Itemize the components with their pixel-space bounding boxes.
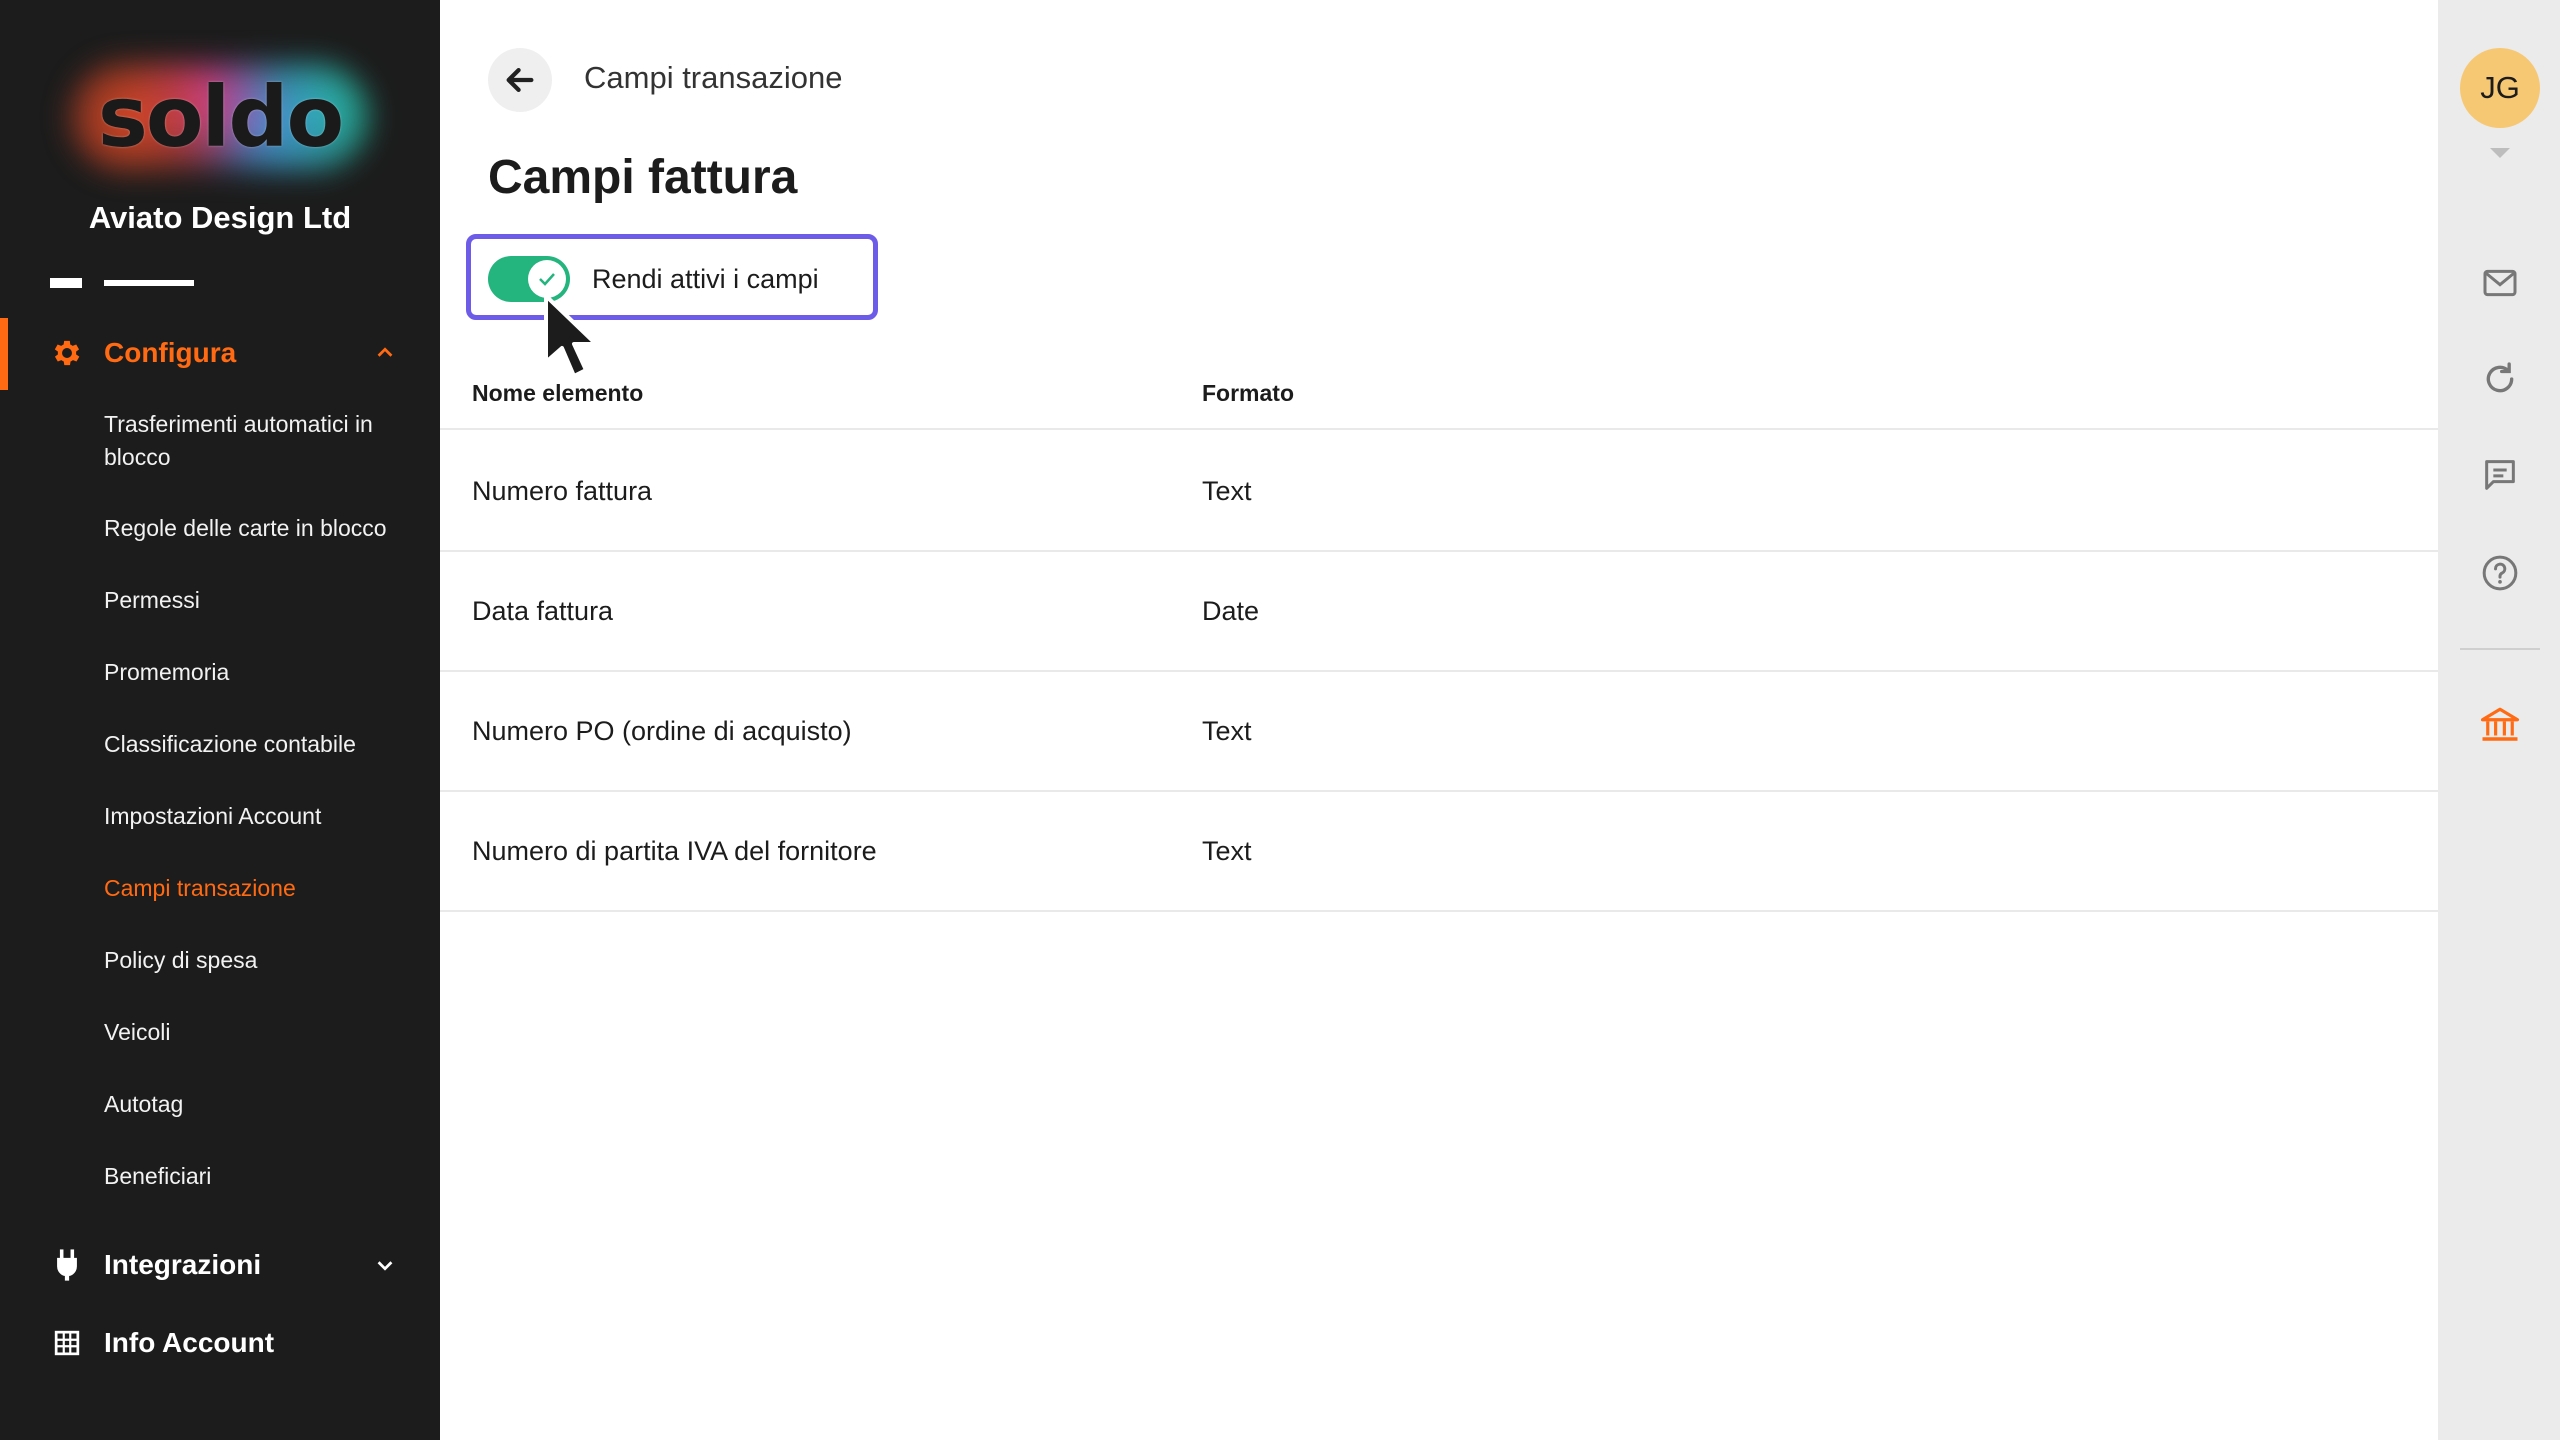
back-button[interactable] [488, 48, 552, 112]
cell-name: Numero fattura [472, 476, 653, 506]
company-name: Aviato Design Ltd [88, 200, 352, 235]
sidebar-section-info-account[interactable]: Info Account [0, 1308, 440, 1378]
cell-format: Date [1202, 596, 1260, 626]
sidebar-item-veicoli[interactable]: Veicoli [104, 1016, 414, 1049]
table-header-divider [440, 428, 2438, 430]
chat-icon[interactable] [2475, 450, 2525, 500]
sidebar-section-label: Configura [104, 337, 237, 368]
table-row[interactable]: Numero fattura Text [440, 432, 2438, 552]
sidebar-item-beneficiari[interactable]: Beneficiari [104, 1160, 414, 1193]
sidebar-item-clipped[interactable] [50, 258, 250, 288]
refresh-icon[interactable] [2475, 354, 2525, 404]
sidebar-section-label: Info Account [104, 1327, 275, 1358]
help-icon[interactable] [2475, 548, 2525, 598]
sidebar-item-impostazioni-account[interactable]: Impostazioni Account [104, 800, 414, 833]
sidebar-section-integrazioni[interactable]: Integrazioni [0, 1230, 440, 1300]
caret-down-icon[interactable] [2490, 148, 2510, 158]
breadcrumb: Campi transazione [584, 60, 843, 95]
sidebar: soldo Aviato Design Ltd Configura Trasfe… [0, 0, 440, 1440]
sidebar-item-campi-transazione[interactable]: Campi transazione [104, 872, 414, 905]
rail-divider [2460, 648, 2540, 650]
user-avatar[interactable]: JG [2460, 48, 2540, 128]
sidebar-item-trasferimenti[interactable]: Trasferimenti automatici in blocco [104, 408, 414, 474]
toggle-label: Rendi attivi i campi [592, 264, 819, 294]
column-header-name: Nome elemento [472, 380, 644, 406]
sidebar-item-regole-carte[interactable]: Regole delle carte in blocco [104, 512, 414, 545]
gear-icon [50, 336, 84, 370]
page-title: Campi fattura [488, 151, 798, 204]
soldo-logo: soldo [60, 52, 380, 182]
cell-name: Data fattura [472, 596, 614, 626]
table-row[interactable]: Numero PO (ordine di acquisto) Text [440, 672, 2438, 792]
cell-format: Text [1202, 836, 1252, 866]
sidebar-section-label: Integrazioni [104, 1249, 262, 1280]
chevron-up-icon[interactable] [370, 338, 400, 368]
sidebar-item-autotag[interactable]: Autotag [104, 1088, 414, 1121]
table-row[interactable]: Data fattura Date [440, 552, 2438, 672]
arrow-left-icon [506, 67, 534, 93]
chevron-down-icon[interactable] [370, 1250, 400, 1280]
sidebar-section-configura[interactable]: Configura [0, 318, 440, 388]
column-header-format: Formato [1202, 380, 1294, 406]
sidebar-item-policy-spesa[interactable]: Policy di spesa [104, 944, 414, 977]
mail-icon[interactable] [2475, 258, 2525, 308]
table-row[interactable]: Numero di partita IVA del fornitore Text [440, 792, 2438, 912]
sidebar-item-promemoria[interactable]: Promemoria [104, 656, 414, 689]
bank-icon[interactable] [2475, 700, 2525, 750]
sidebar-item-classificazione[interactable]: Classificazione contabile [104, 728, 414, 761]
cell-format: Text [1202, 476, 1252, 506]
cell-format: Text [1202, 716, 1252, 746]
grid-icon [50, 1326, 84, 1360]
mouse-cursor-icon [544, 294, 598, 378]
cell-name: Numero PO (ordine di acquisto) [472, 716, 852, 746]
sidebar-item-permessi[interactable]: Permessi [104, 584, 414, 617]
cell-name: Numero di partita IVA del fornitore [472, 836, 877, 866]
plug-icon [50, 1248, 84, 1282]
